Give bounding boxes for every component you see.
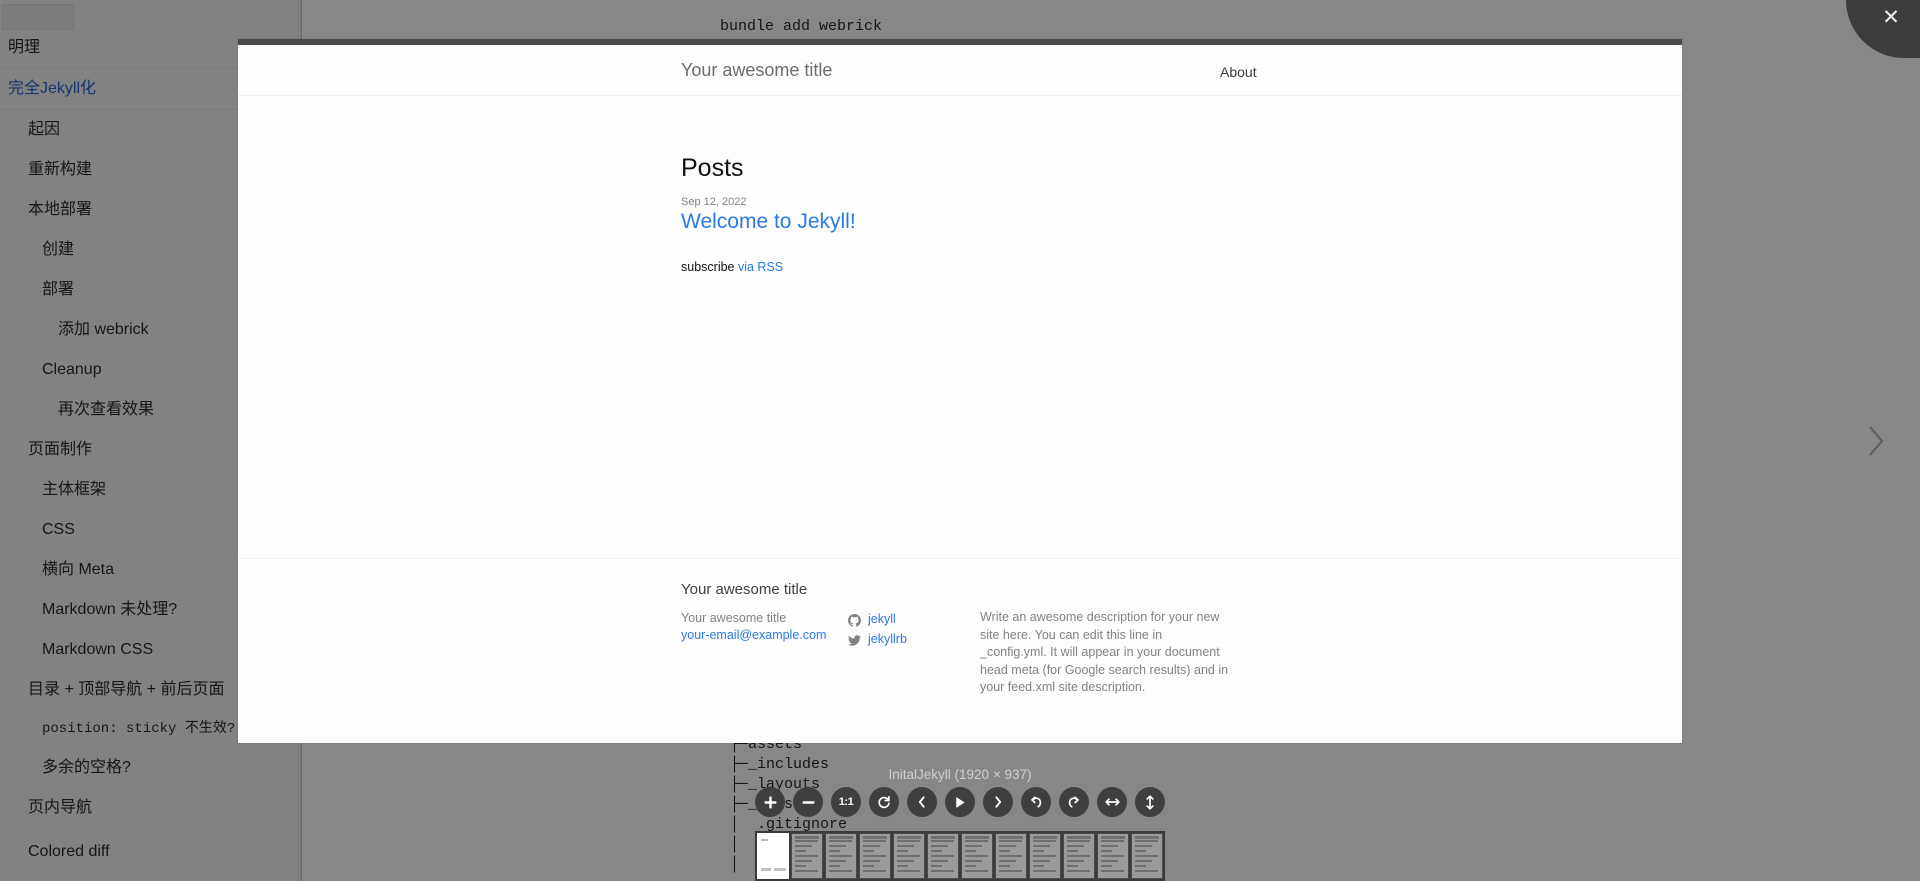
social-row-github[interactable]: jekyll (848, 609, 907, 629)
zoom-in-button[interactable] (755, 787, 785, 817)
rotate-left-icon (1029, 795, 1043, 809)
post-title-link[interactable]: Welcome to Jekyll! (681, 210, 856, 234)
footer-email[interactable]: your-email@example.com (681, 627, 826, 644)
thumbnail[interactable] (757, 833, 789, 879)
flip-vertical-button[interactable] (1135, 787, 1165, 817)
github-icon (848, 613, 861, 627)
next-image-arrow[interactable] (1854, 411, 1898, 471)
post-date: Sep 12, 2022 (681, 196, 747, 208)
thumbnail[interactable] (1097, 833, 1129, 879)
close-button[interactable]: ✕ (1846, 0, 1920, 58)
thumbnail[interactable] (961, 833, 993, 879)
subscribe-label: subscribe (681, 260, 738, 274)
zoom-out-icon (801, 796, 815, 809)
social-row-twitter[interactable]: jekyllrb (848, 629, 907, 649)
thumbnail[interactable] (1131, 833, 1163, 879)
github-handle[interactable]: jekyll (868, 609, 896, 629)
flip-vertical-icon (1144, 794, 1156, 810)
flip-horizontal-button[interactable] (1097, 787, 1127, 817)
reset-icon (877, 795, 891, 809)
zoom-out-button[interactable] (793, 787, 823, 817)
thumbnail[interactable] (927, 833, 959, 879)
thumbnail[interactable] (1063, 833, 1095, 879)
rotate-left-button[interactable] (1021, 787, 1051, 817)
lightbox-toolbar[interactable]: 1:1 (755, 787, 1165, 817)
twitter-handle[interactable]: jekyllrb (868, 629, 907, 649)
close-icon: ✕ (1882, 6, 1900, 29)
thumbnail[interactable] (791, 833, 823, 879)
site-header: Your awesome title About (238, 45, 1682, 96)
thumbnail[interactable] (859, 833, 891, 879)
rotate-right-button[interactable] (1059, 787, 1089, 817)
chevron-right-icon (1865, 423, 1887, 459)
footer-social-column: jekyll jekyllrb (848, 609, 907, 649)
lightbox-overlay[interactable]: Your awesome title About Posts Sep 12, 2… (0, 0, 1920, 881)
next-icon (992, 795, 1004, 809)
reset-button[interactable] (869, 787, 899, 817)
site-footer: Your awesome title Your awesome title yo… (238, 558, 1682, 743)
lightbox-image[interactable]: Your awesome title About Posts Sep 12, 2… (238, 39, 1682, 743)
zoom-in-icon (763, 795, 777, 809)
thumbnail[interactable] (825, 833, 857, 879)
site-title: Your awesome title (681, 60, 833, 80)
rotate-right-icon (1067, 795, 1081, 809)
subscribe-line: subscribe via RSS (681, 260, 783, 274)
play-slideshow-icon (954, 796, 966, 809)
thumbnail[interactable] (1029, 833, 1061, 879)
next-button[interactable] (983, 787, 1013, 817)
posts-heading: Posts (681, 154, 744, 182)
actual-size-button[interactable]: 1:1 (831, 787, 861, 817)
play-slideshow-button[interactable] (945, 787, 975, 817)
image-caption: InitalJekyll (1920 × 937) (888, 767, 1032, 782)
footer-title: Your awesome title (681, 581, 808, 598)
previous-button[interactable] (907, 787, 937, 817)
nav-link-about[interactable]: About (1220, 64, 1257, 80)
rss-link[interactable]: via RSS (738, 260, 783, 274)
twitter-icon (848, 633, 861, 646)
thumbnail-strip[interactable] (755, 831, 1165, 881)
flip-horizontal-icon (1104, 796, 1120, 808)
footer-contact-column: Your awesome title your-email@example.co… (681, 610, 826, 644)
thumbnail[interactable] (995, 833, 1027, 879)
thumbnail[interactable] (893, 833, 925, 879)
footer-owner: Your awesome title (681, 611, 787, 625)
previous-icon (916, 795, 928, 809)
footer-description: Write an awesome description for your ne… (980, 610, 1229, 694)
